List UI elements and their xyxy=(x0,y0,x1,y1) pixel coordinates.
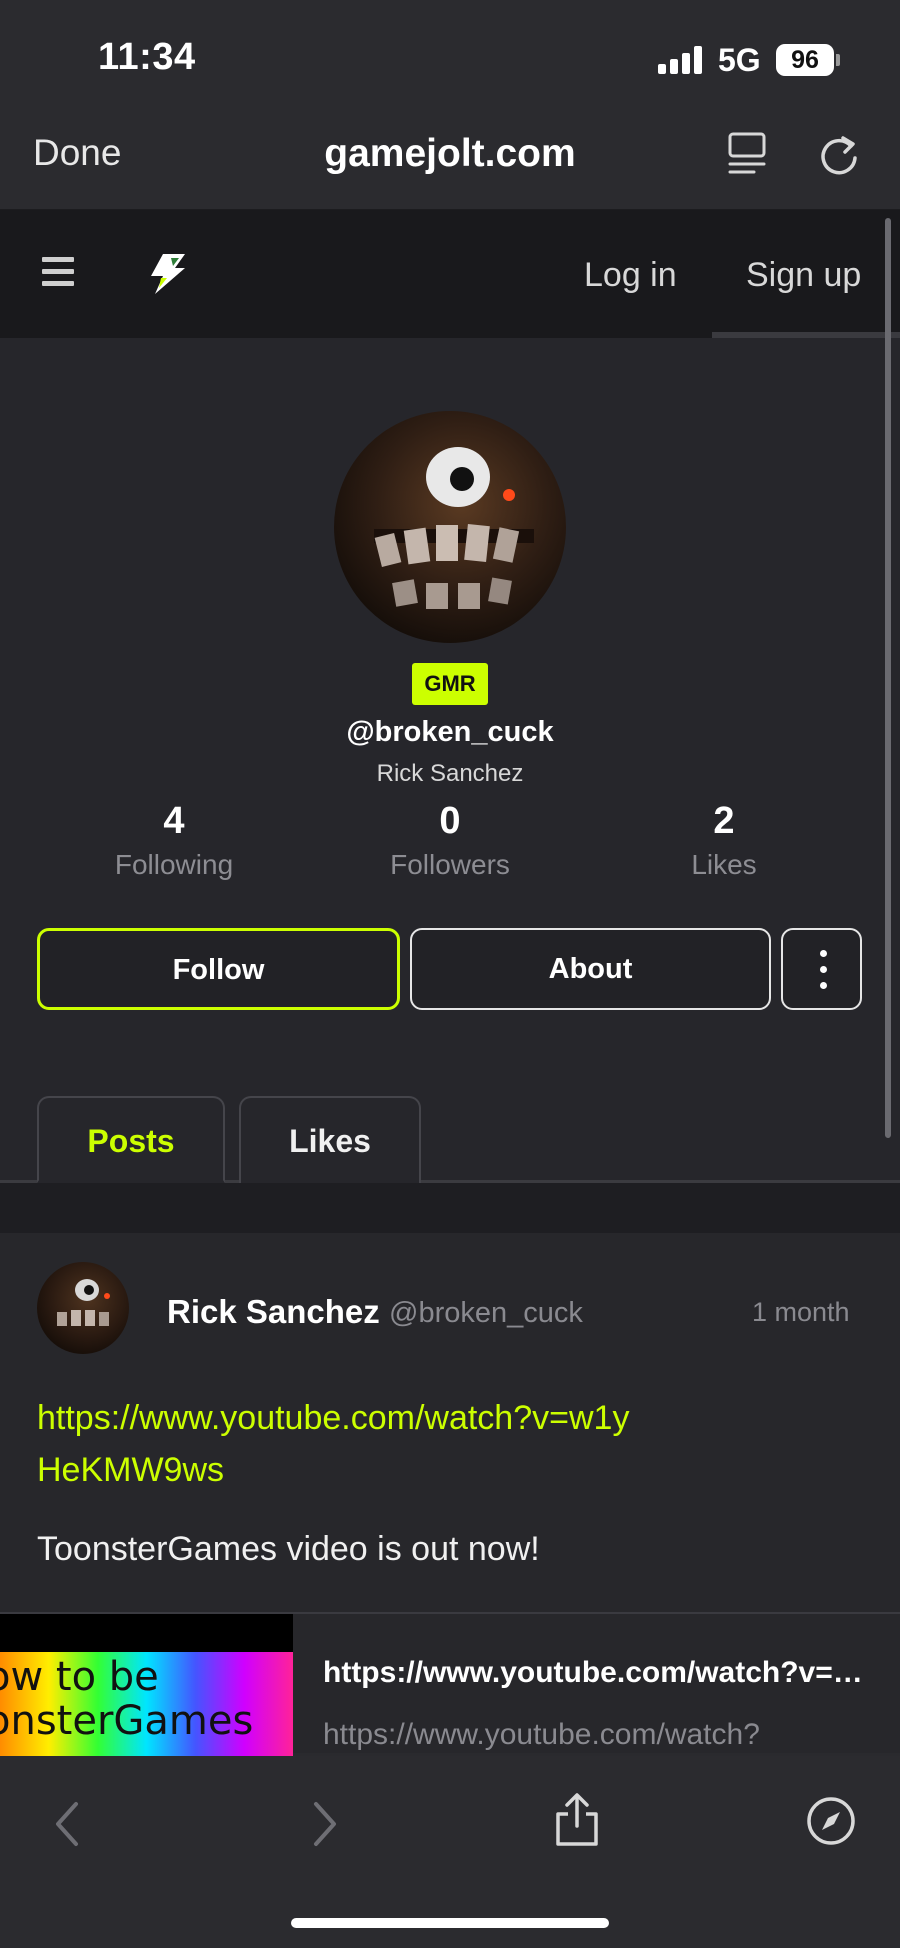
stat-followers[interactable]: 0 Followers xyxy=(350,800,550,881)
stat-followers-label: Followers xyxy=(390,849,510,880)
stat-likes-value: 2 xyxy=(713,800,735,842)
thumbnail-text-line1: ow to be xyxy=(0,1654,159,1700)
more-options-button[interactable] xyxy=(781,928,862,1010)
back-icon[interactable] xyxy=(52,1800,82,1853)
site-header: Log in Sign up xyxy=(0,210,900,338)
browser-bar: Done gamejolt.com xyxy=(0,110,900,210)
embed-url[interactable]: https://www.youtube.com/watch? xyxy=(323,1718,868,1752)
login-link[interactable]: Log in xyxy=(584,256,677,295)
profile-display-name: Rick Sanchez xyxy=(376,760,524,787)
post-text: ToonsterGames video is out now! xyxy=(37,1530,540,1568)
scrollbar[interactable] xyxy=(885,218,891,1138)
forward-icon[interactable] xyxy=(310,1800,340,1853)
reload-icon[interactable] xyxy=(817,130,861,178)
safari-compass-icon[interactable] xyxy=(806,1796,856,1851)
status-bar: 11:34 5G 96 xyxy=(0,0,900,110)
stat-likes[interactable]: 2 Likes xyxy=(624,800,824,881)
profile-username: @broken_cuck xyxy=(346,716,554,748)
gmr-badge: GMR xyxy=(412,663,488,705)
post-author-handle[interactable]: @broken_cuck xyxy=(389,1297,583,1330)
thumbnail-text-line2: onsterGames xyxy=(0,1698,254,1744)
tab-likes[interactable]: Likes xyxy=(239,1096,421,1183)
signup-link[interactable]: Sign up xyxy=(746,256,861,295)
stat-followers-value: 0 xyxy=(439,800,461,842)
gamejolt-logo-icon[interactable] xyxy=(145,252,189,296)
feed-gap xyxy=(0,1183,900,1233)
stat-following-label: Following xyxy=(114,849,234,880)
status-time: 11:34 xyxy=(98,36,196,78)
follow-button[interactable]: Follow xyxy=(37,928,400,1010)
stat-following-value: 4 xyxy=(163,800,185,842)
share-icon[interactable] xyxy=(554,1792,600,1853)
profile-avatar xyxy=(334,411,566,643)
home-indicator[interactable] xyxy=(291,1918,609,1928)
post-author-avatar[interactable] xyxy=(37,1262,129,1354)
more-dots-icon xyxy=(820,950,827,957)
post-timestamp: 1 month xyxy=(752,1297,850,1327)
about-button[interactable]: About xyxy=(410,928,771,1010)
tab-posts[interactable]: Posts xyxy=(37,1096,225,1183)
stat-following[interactable]: 4 Following xyxy=(74,800,274,881)
hamburger-menu-icon[interactable] xyxy=(42,257,74,287)
post-author-name[interactable]: Rick Sanchez xyxy=(167,1293,380,1331)
battery-icon: 96 xyxy=(776,44,834,76)
battery-tip xyxy=(836,54,840,66)
network-type: 5G xyxy=(718,42,761,78)
signal-icon xyxy=(658,46,704,74)
embed-thumbnail[interactable]: ow to be onsterGames xyxy=(0,1614,293,1756)
post-link[interactable]: https://www.youtube.com/watch?v=w1yHeKMW… xyxy=(37,1392,637,1496)
stat-likes-label: Likes xyxy=(691,849,757,880)
reader-icon[interactable] xyxy=(728,132,768,176)
embed-title[interactable]: https://www.youtube.com/watch?v=w1yHeKMW… xyxy=(323,1656,868,1690)
